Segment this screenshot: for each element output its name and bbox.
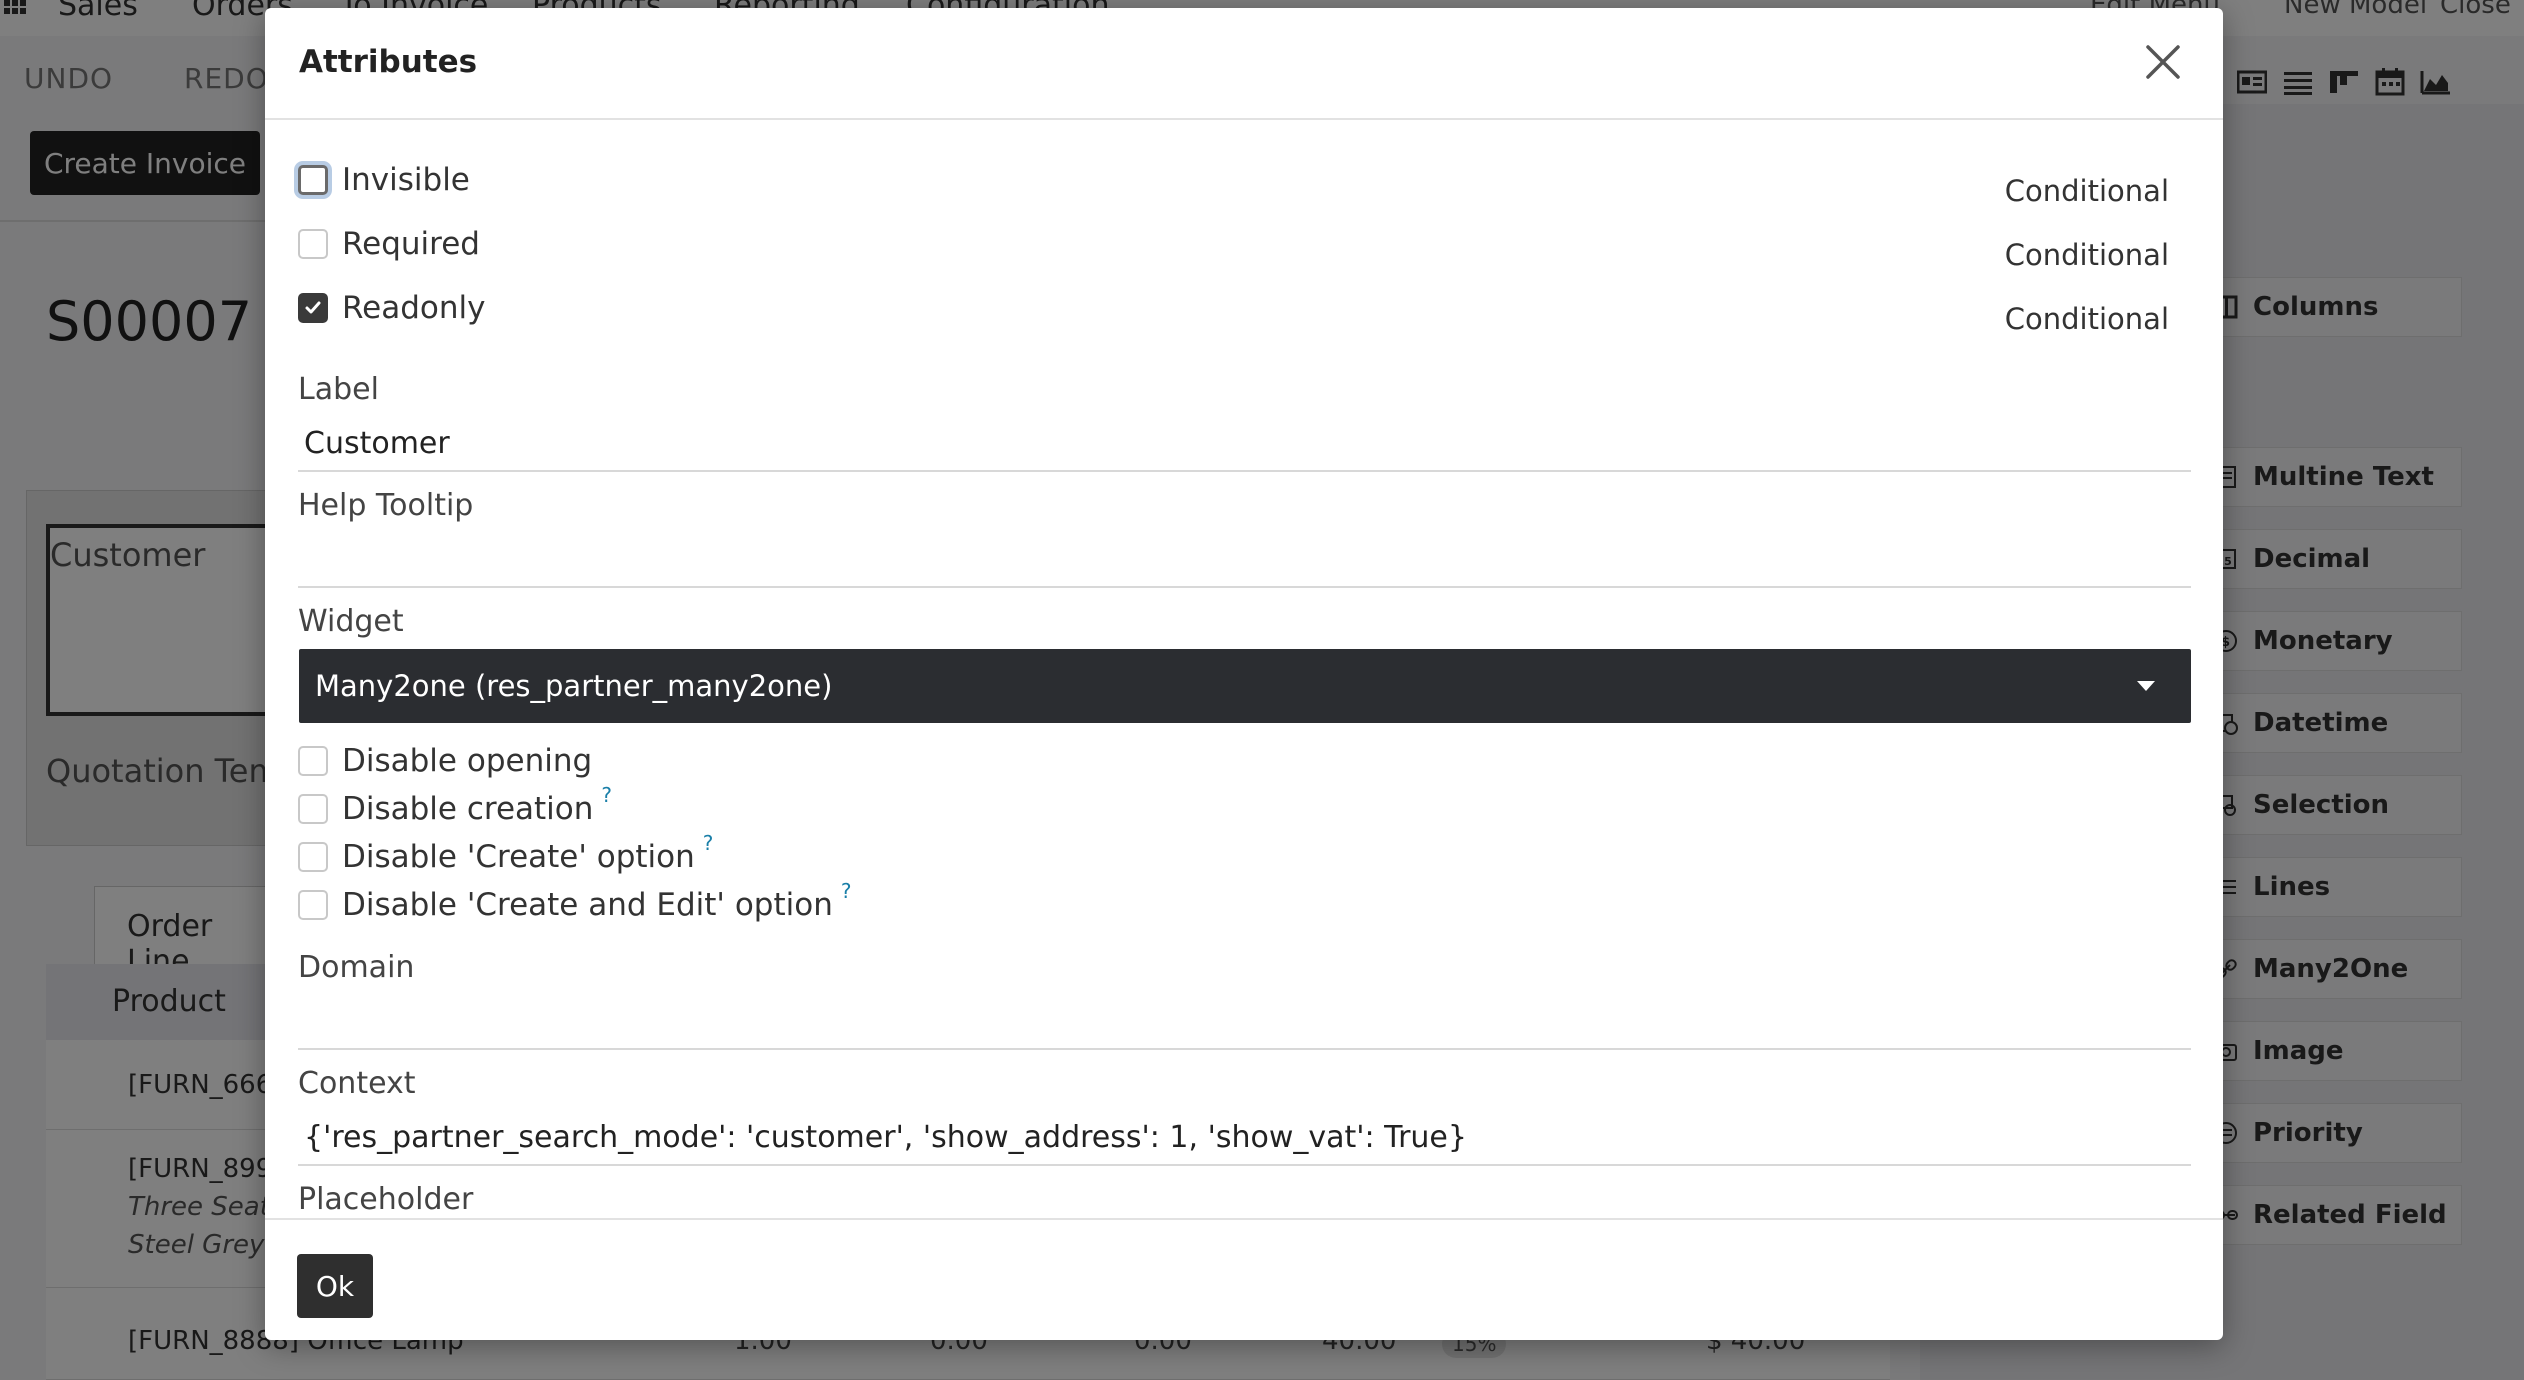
invisible-checkbox[interactable] (298, 165, 328, 195)
help-question-icon[interactable]: ? (841, 879, 852, 903)
readonly-checkbox[interactable] (298, 293, 328, 323)
attr-invisible-row: Invisible (298, 162, 470, 198)
placeholder-label: Placeholder (298, 1182, 474, 1217)
widget-selected-value: Many2one (res_partner_many2one) (315, 669, 833, 703)
dialog-footer: Ok (265, 1218, 2223, 1340)
disable-opening-label: Disable opening (342, 743, 593, 779)
domain-input[interactable] (298, 994, 2191, 1050)
invisible-conditional-link[interactable]: Conditional (2005, 174, 2169, 208)
option-disable-create-edit-row: Disable 'Create and Edit' option ? (298, 879, 851, 923)
disable-create-label: Disable 'Create' option (342, 839, 695, 875)
caret-down-icon (2137, 681, 2155, 691)
disable-create-edit-label: Disable 'Create and Edit' option (342, 887, 833, 923)
label-field-label: Label (298, 372, 379, 407)
check-icon (305, 301, 321, 314)
widget-label: Widget (298, 604, 404, 639)
readonly-label: Readonly (342, 290, 486, 326)
dialog-header: Attributes (265, 8, 2223, 120)
label-input[interactable] (298, 416, 2191, 472)
widget-select[interactable]: Many2one (res_partner_many2one) (299, 649, 2191, 723)
disable-create-checkbox[interactable] (298, 842, 328, 872)
help-question-icon[interactable]: ? (703, 831, 714, 855)
required-conditional-link[interactable]: Conditional (2005, 238, 2169, 272)
context-input[interactable] (298, 1110, 2191, 1166)
attributes-dialog: Attributes Invisible Conditional Require… (265, 8, 2223, 1340)
option-disable-opening-row: Disable opening (298, 743, 592, 779)
help-tooltip-label: Help Tooltip (298, 488, 474, 523)
dialog-body: Invisible Conditional Required Condition… (265, 120, 2223, 1218)
attr-readonly-row: Readonly (298, 290, 485, 326)
ok-button[interactable]: Ok (297, 1254, 373, 1318)
context-label: Context (298, 1066, 416, 1101)
attr-required-row: Required (298, 226, 480, 262)
disable-creation-checkbox[interactable] (298, 794, 328, 824)
help-tooltip-input[interactable] (298, 532, 2191, 588)
help-question-icon[interactable]: ? (601, 783, 612, 807)
disable-opening-checkbox[interactable] (298, 746, 328, 776)
domain-label: Domain (298, 950, 415, 985)
disable-create-edit-checkbox[interactable] (298, 890, 328, 920)
dialog-title: Attributes (299, 44, 478, 80)
option-disable-create-row: Disable 'Create' option ? (298, 831, 713, 875)
disable-creation-label: Disable creation (342, 791, 594, 827)
option-disable-creation-row: Disable creation ? (298, 783, 612, 827)
readonly-conditional-link[interactable]: Conditional (2005, 302, 2169, 336)
invisible-label: Invisible (342, 162, 470, 198)
close-icon[interactable] (2143, 42, 2183, 82)
required-label: Required (342, 226, 480, 262)
required-checkbox[interactable] (298, 229, 328, 259)
